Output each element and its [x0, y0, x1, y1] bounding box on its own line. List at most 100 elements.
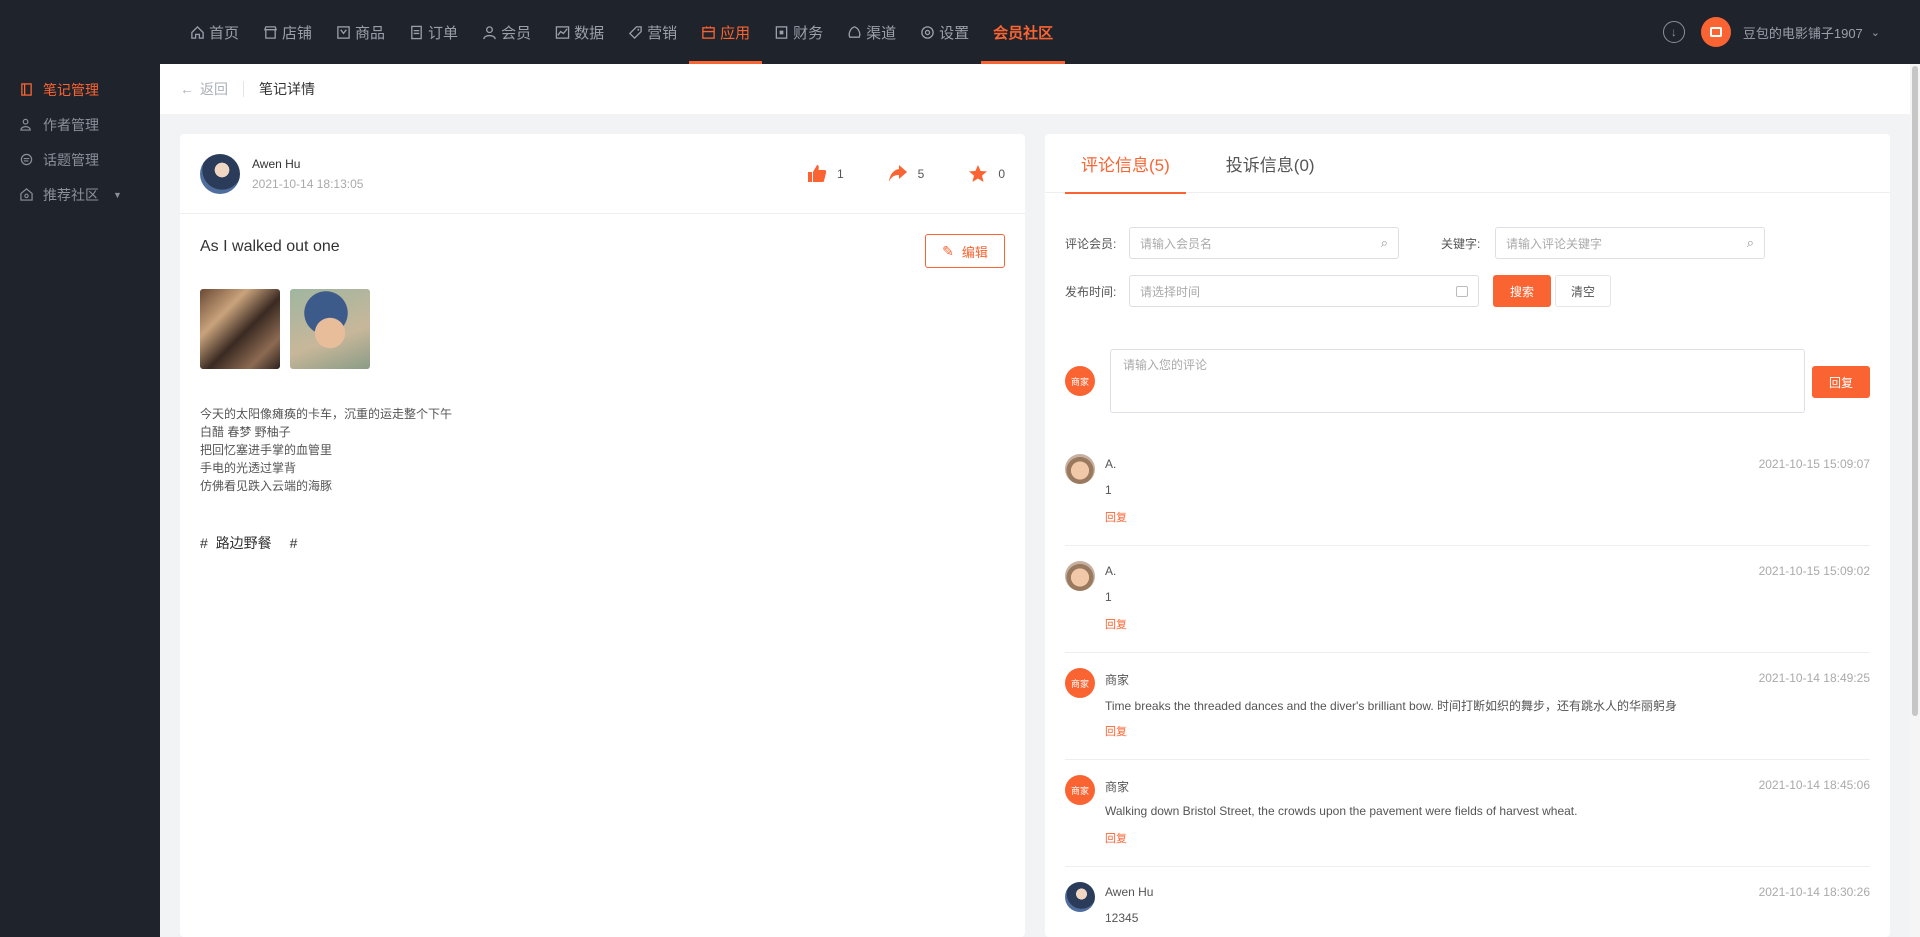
author-icon	[20, 118, 31, 131]
edit-button[interactable]: ✎ 编辑	[925, 234, 1005, 268]
merchant-avatar: 商家	[1065, 775, 1095, 805]
nav-shop[interactable]: 店铺	[251, 0, 324, 64]
user-area: ↓ 豆包的电影铺子1907 ⌄	[1662, 0, 1920, 64]
member-placeholder: 请输入会员名	[1140, 236, 1213, 251]
nav-marketing[interactable]: 营销	[616, 0, 689, 64]
reply-textarea[interactable]: 请输入您的评论	[1110, 349, 1805, 413]
sidebar-item-recommend[interactable]: 推荐社区 ▼	[0, 177, 160, 212]
nav-data[interactable]: 数据	[543, 0, 616, 64]
avatar	[200, 153, 240, 194]
note-detail-card: Awen Hu 2021-10-14 18:13:05 1 5 0 As I w…	[180, 134, 1025, 937]
note-line: 白醋 春梦 野柚子	[200, 425, 291, 439]
page-scrollbar[interactable]	[1910, 64, 1920, 937]
back-button[interactable]: ← 返回	[180, 79, 228, 99]
search-icon: ⌕	[1746, 235, 1754, 250]
app-icon	[702, 25, 715, 39]
filter-row: 评论会员: 请输入会员名 ⌕ 关键字: 请输入评论关键字 ⌕	[1065, 227, 1870, 259]
comment-item: A. 2021-10-15 15:09:02 1 回复	[1065, 546, 1870, 653]
nav-settings[interactable]: 设置	[908, 0, 981, 64]
avatar	[1065, 561, 1095, 591]
download-icon[interactable]: ↓	[1662, 21, 1685, 43]
favorite-count: 0	[998, 167, 1005, 181]
author-info: Awen Hu 2021-10-14 18:13:05	[252, 157, 363, 191]
comment-author: A.	[1105, 457, 1117, 471]
scrollbar-thumb[interactable]	[1912, 66, 1918, 716]
thumbs-up-icon	[807, 165, 827, 182]
comment-text: Walking down Bristol Street, the crowds …	[1105, 804, 1578, 818]
comment-text: 12345	[1105, 911, 1139, 925]
sidebar-item-label: 推荐社区	[43, 186, 99, 203]
nav-label: 营销	[647, 24, 678, 42]
note-stats: 1 5 0	[763, 134, 1005, 214]
comment-reply-link[interactable]: 回复	[1105, 723, 1127, 739]
reply-submit-button[interactable]: 回复	[1812, 366, 1870, 398]
order-icon	[411, 25, 422, 39]
hash-mark: #	[289, 535, 298, 551]
note-image[interactable]	[290, 289, 370, 369]
comment-reply-link[interactable]: 回复	[1105, 616, 1127, 632]
member-search-input[interactable]: 请输入会员名 ⌕	[1129, 227, 1399, 259]
comment-text: 1	[1105, 483, 1112, 497]
like-stat: 1	[807, 164, 844, 184]
topic-icon	[20, 153, 33, 166]
nav-channel[interactable]: 渠道	[835, 0, 908, 64]
comment-reply-link[interactable]: 回复	[1105, 509, 1127, 525]
comment-author: 商家	[1105, 780, 1130, 794]
content-area: ← 返回 笔记详情 Awen Hu 2021-10-14 18:13:05 1 …	[160, 64, 1910, 937]
tab-comments[interactable]: 评论信息(5)	[1065, 134, 1186, 194]
like-count: 1	[836, 167, 844, 181]
goods-icon	[337, 25, 350, 39]
nav-goods[interactable]: 商品	[324, 0, 397, 64]
finance-icon	[775, 25, 788, 39]
store-avatar[interactable]	[1700, 17, 1731, 47]
note-line: 把回忆塞进手掌的血管里	[200, 443, 333, 457]
nav-order[interactable]: 订单	[397, 0, 470, 64]
tab-complaints[interactable]: 投诉信息(0)	[1210, 134, 1331, 193]
avatar	[1065, 882, 1095, 912]
back-label: 返回	[200, 81, 228, 97]
comment-text: Time breaks the threaded dances and the …	[1105, 699, 1678, 713]
nav-app[interactable]: 应用	[689, 0, 763, 64]
comment-reply-link[interactable]: 回复	[1105, 830, 1127, 846]
sidebar-item-notes[interactable]: 笔记管理	[0, 72, 160, 107]
note-image[interactable]	[200, 289, 280, 369]
search-button[interactable]: 搜索	[1493, 275, 1551, 307]
favorite-stat: 0	[968, 164, 1005, 184]
top-navbar: 首页 店铺 商品 订单 会员 数据 营销 应用 财务 渠道 设置 会员社区 ↓ …	[0, 0, 1920, 64]
share-count: 5	[917, 167, 925, 181]
nav-label: 应用	[720, 24, 751, 42]
nav-label: 财务	[793, 24, 824, 42]
store-icon	[1709, 27, 1722, 37]
nav-home[interactable]: 首页	[178, 0, 251, 64]
keyword-search-input[interactable]: 请输入评论关键字 ⌕	[1495, 227, 1765, 259]
comment-item: A. 2021-10-15 15:09:07 1 回复	[1065, 439, 1870, 546]
nav-label: 会员	[501, 24, 532, 42]
nav-community[interactable]: 会员社区	[981, 0, 1066, 64]
community-icon	[20, 188, 33, 201]
comment-text: 1	[1105, 590, 1112, 604]
merchant-avatar: 商家	[1065, 366, 1095, 396]
sidebar-item-topics[interactable]: 话题管理	[0, 142, 160, 177]
hash-mark: #	[200, 535, 208, 551]
main-nav: 首页 店铺 商品 订单 会员 数据 营销 应用 财务 渠道 设置 会员社区	[178, 0, 1066, 64]
home-icon	[191, 25, 204, 39]
nav-label: 设置	[939, 24, 970, 42]
store-name[interactable]: 豆包的电影铺子1907	[1743, 23, 1863, 42]
nav-member[interactable]: 会员	[470, 0, 543, 64]
member-label: 评论会员:	[1065, 236, 1117, 251]
date-picker-input[interactable]: 请选择时间	[1129, 275, 1479, 307]
comments-card: 评论信息(5) 投诉信息(0) 评论会员: 请输入会员名 ⌕ 关键字: 请输入评…	[1045, 134, 1890, 937]
note-time: 2021-10-14 18:13:05	[252, 176, 364, 191]
arrow-left-icon: ←	[180, 81, 194, 97]
chart-icon	[555, 25, 570, 39]
topic-tag[interactable]: 路边野餐	[216, 535, 272, 551]
sidebar-item-label: 话题管理	[43, 151, 99, 168]
breadcrumb-divider	[243, 81, 244, 97]
sidebar-item-authors[interactable]: 作者管理	[0, 107, 160, 142]
chevron-down-icon[interactable]: ⌄	[1871, 26, 1880, 39]
nav-finance[interactable]: 财务	[762, 0, 835, 64]
note-topics: # 路边野餐 #	[200, 533, 1005, 553]
time-placeholder: 请选择时间	[1140, 284, 1201, 299]
clear-button[interactable]: 清空	[1555, 275, 1611, 307]
comment-time: 2021-10-14 18:30:26	[1758, 885, 1870, 899]
